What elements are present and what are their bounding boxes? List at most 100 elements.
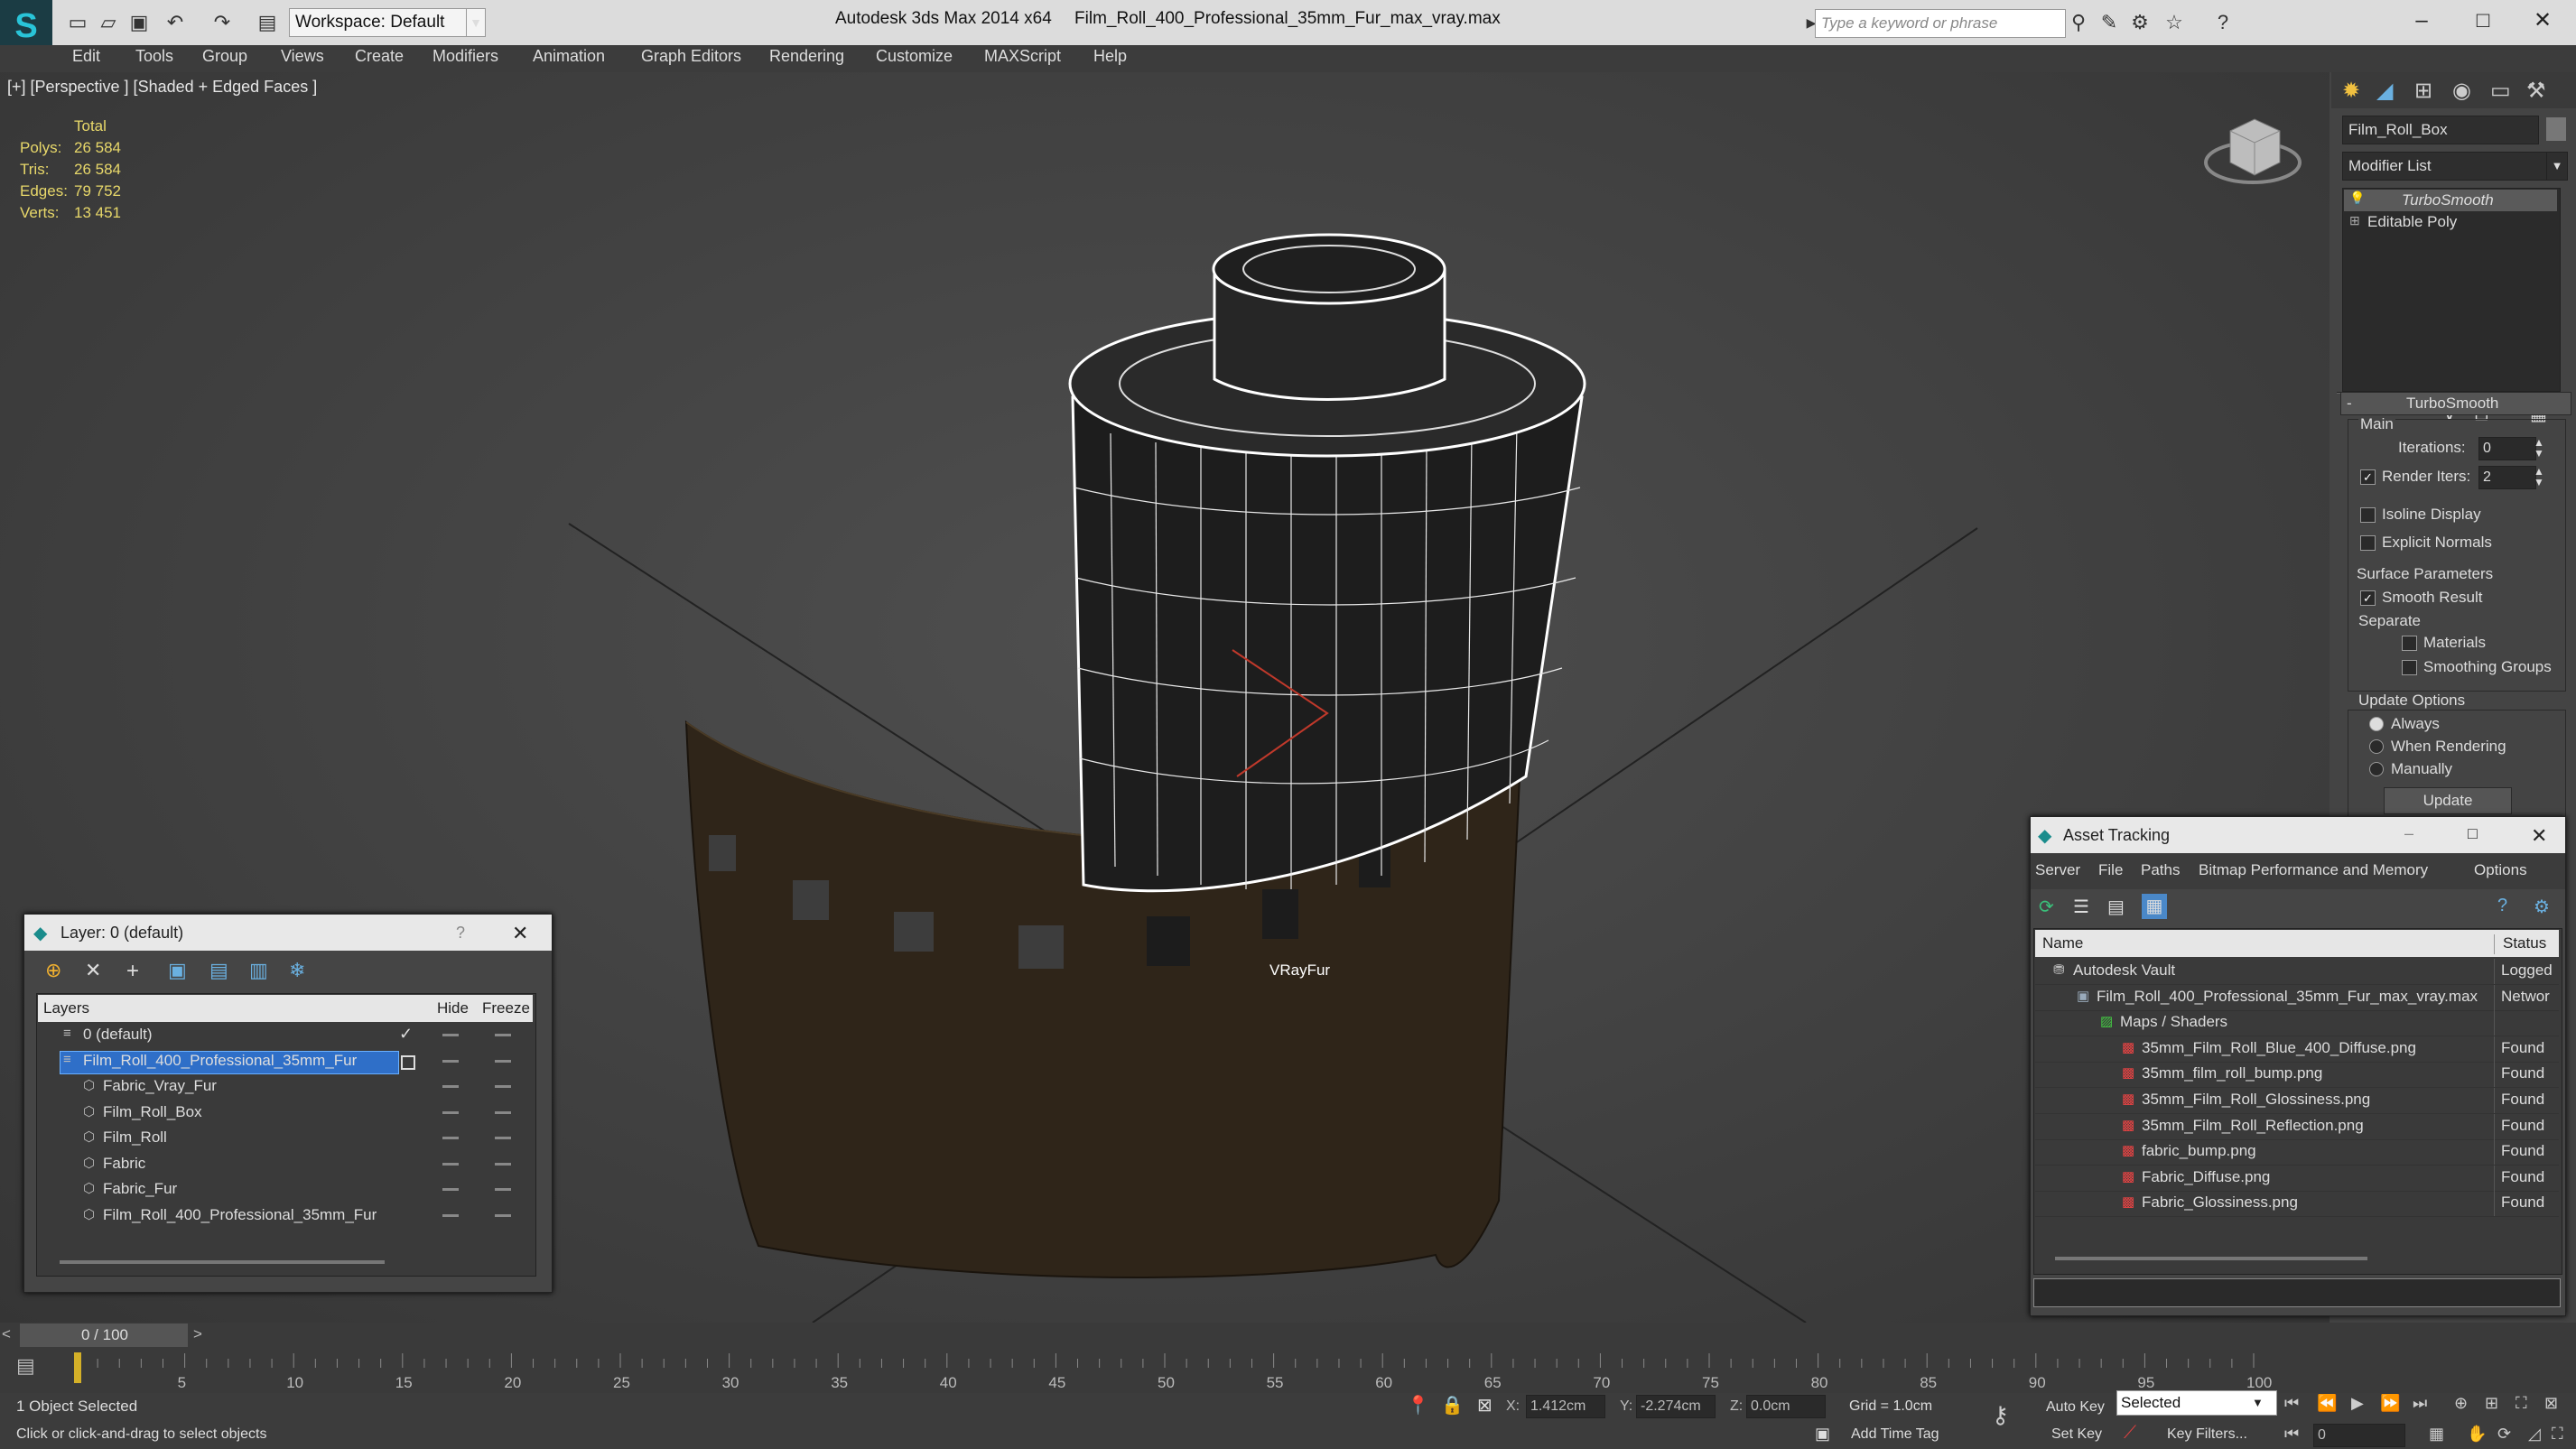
asset-menu-bitmap-performance[interactable]: Bitmap Performance and Memory	[2199, 861, 2428, 879]
hide-toggle[interactable]	[442, 1137, 459, 1139]
freeze-toggle[interactable]	[495, 1213, 511, 1217]
update-button[interactable]: Update	[2384, 787, 2512, 814]
asset-menu-options[interactable]: Options	[2474, 861, 2527, 879]
select-objects-icon[interactable]: ▣	[168, 959, 187, 982]
layer-row[interactable]: ≡ Film_Roll_400_Professional_35mm_Fur	[38, 1049, 533, 1074]
time-tag-icon[interactable]: ▣	[1815, 1425, 1830, 1444]
asset-window-titlebar[interactable]: ◆ Asset Tracking – □ ✕	[2031, 817, 2565, 853]
modifier-list-dropdown[interactable]: Modifier List	[2342, 152, 2553, 181]
layer-window-titlebar[interactable]: ◆ Layer: 0 (default) ? ✕	[24, 915, 552, 951]
set-current-layer-box[interactable]	[401, 1054, 415, 1070]
lock-icon[interactable]: 🔒	[1441, 1394, 1464, 1416]
menu-create[interactable]: Create	[355, 47, 404, 66]
asset-row[interactable]: ▩ Fabric_Glossiness.png Found	[2035, 1191, 2559, 1218]
layer-row[interactable]: ⬡ Fabric	[38, 1152, 533, 1177]
hide-toggle[interactable]	[442, 1213, 459, 1217]
asset-menu-file[interactable]: File	[2098, 861, 2123, 879]
orbit-icon[interactable]: ⟳	[2497, 1425, 2511, 1444]
asset-row[interactable]: ▩ fabric_bump.png Found	[2035, 1139, 2559, 1166]
create-tab-icon[interactable]: ✹	[2342, 78, 2360, 104]
layer-row[interactable]: ≡ 0 (default) ✓	[38, 1023, 533, 1048]
smooth-result-checkbox[interactable]: ✓	[2360, 590, 2376, 606]
turbosmooth-rollout-header[interactable]: - TurboSmooth	[2340, 392, 2571, 415]
hide-toggle[interactable]	[442, 1110, 459, 1114]
menu-customize[interactable]: Customize	[876, 47, 953, 66]
smoothing-groups-checkbox[interactable]	[2402, 660, 2417, 675]
zoom-extents-icon[interactable]: ⛶	[2516, 1394, 2527, 1413]
redo-icon[interactable]: ↷	[209, 11, 235, 34]
col-status-header[interactable]: Status	[2503, 934, 2546, 952]
asset-menu-paths[interactable]: Paths	[2141, 861, 2180, 879]
layer-row[interactable]: ⬡ Fabric_Fur	[38, 1177, 533, 1203]
prev-frame-icon[interactable]: <	[2, 1325, 11, 1343]
refresh-icon[interactable]: ⟳	[2039, 896, 2054, 918]
spinner-arrows-icon[interactable]: ▲ ▼	[2534, 437, 2544, 459]
absolute-mode-icon[interactable]: ⊠	[1477, 1394, 1493, 1416]
new-file-icon[interactable]: ▭	[65, 11, 90, 34]
freeze-toggle[interactable]	[495, 1137, 511, 1139]
set-key-button[interactable]: Set Key	[2051, 1426, 2102, 1443]
col-freeze-header[interactable]: Freeze	[482, 999, 530, 1017]
track-bar[interactable]: 5 10 15 20 25 30 35 40 45 50 55 60 65 70 75 80 85 90 95 100	[0, 1350, 2576, 1393]
chevron-down-icon[interactable]: ▼	[2252, 1396, 2264, 1409]
isolate-selection-icon[interactable]: 📍	[1407, 1394, 1429, 1416]
hide-toggle[interactable]	[442, 1059, 459, 1063]
asset-row[interactable]: ▩ 35mm_film_roll_bump.png Found	[2035, 1062, 2559, 1089]
stack-item-editable-poly[interactable]: ⊞ Editable Poly	[2344, 211, 2557, 233]
x-coordinate-field[interactable]: 1.412cm	[1526, 1395, 1605, 1418]
next-frame-icon[interactable]: >	[193, 1325, 202, 1343]
always-radio[interactable]	[2369, 717, 2384, 731]
delete-layer-icon[interactable]: ✕	[85, 959, 101, 982]
zoom-icon[interactable]: ⊕	[2454, 1394, 2468, 1413]
layer-row[interactable]: ⬡ Fabric_Vray_Fur	[38, 1074, 533, 1100]
manually-radio[interactable]	[2369, 762, 2384, 776]
maximize-icon[interactable]: □	[2465, 5, 2501, 36]
key-filters-button[interactable]: Key Filters...	[2167, 1426, 2247, 1443]
col-name-header[interactable]: Name	[2042, 934, 2083, 952]
layer-row[interactable]: ⬡ Film_Roll	[38, 1126, 533, 1151]
iterations-spinner[interactable]: 0	[2478, 437, 2536, 460]
key-mode-toggle-icon[interactable]: ⏮	[2284, 1425, 2299, 1444]
add-time-tag[interactable]: Add Time Tag	[1851, 1426, 1939, 1443]
save-icon[interactable]: ▣	[126, 11, 152, 34]
col-layers-header[interactable]: Layers	[43, 999, 89, 1017]
help-icon[interactable]: ?	[2210, 11, 2236, 34]
expand-icon[interactable]: ⊞	[2349, 213, 2360, 228]
object-name-field[interactable]: Film_Roll_Box	[2342, 116, 2539, 144]
highlight-layer-icon[interactable]: ▤	[209, 959, 228, 982]
asset-row[interactable]: ▩ 35mm_Film_Roll_Blue_400_Diffuse.png Foun…	[2035, 1036, 2559, 1063]
freeze-toggle[interactable]	[495, 1034, 511, 1036]
lightbulb-icon[interactable]: 💡	[2349, 190, 2365, 206]
asset-row[interactable]: ▣ Film_Roll_400_Professional_35mm_Fur_max…	[2035, 984, 2559, 1011]
menu-group[interactable]: Group	[202, 47, 247, 66]
minimize-icon[interactable]: –	[2404, 5, 2440, 36]
auto-key-button[interactable]: Auto Key	[2046, 1399, 2105, 1416]
object-color-swatch[interactable]	[2546, 117, 2566, 141]
stack-item-turbosmooth[interactable]: 💡 TurboSmooth	[2344, 190, 2557, 211]
render-iters-checkbox[interactable]: ✓	[2360, 469, 2376, 485]
asset-row[interactable]: ▩ Fabric_Diffuse.png Found	[2035, 1165, 2559, 1192]
spinner-arrows-icon[interactable]: ▲ ▼	[2534, 466, 2544, 488]
materials-checkbox[interactable]	[2402, 636, 2417, 651]
close-icon[interactable]: ✕	[2525, 5, 2561, 36]
subscription-icon[interactable]: ✎	[2097, 11, 2122, 34]
freeze-toggle[interactable]	[495, 1059, 511, 1063]
freeze-toggle[interactable]	[495, 1162, 511, 1166]
time-marker[interactable]	[74, 1352, 81, 1383]
menu-views[interactable]: Views	[281, 47, 324, 66]
zoom-all-icon[interactable]: ⊞	[2485, 1394, 2498, 1413]
zoom-extents-all-icon[interactable]: ⊠	[2544, 1394, 2558, 1413]
add-to-layer-icon[interactable]: +	[126, 959, 139, 984]
menu-graph-editors[interactable]: Graph Editors	[641, 47, 741, 66]
col-hide-header[interactable]: Hide	[437, 999, 469, 1017]
y-coordinate-field[interactable]: -2.274cm	[1636, 1395, 1716, 1418]
maximize-icon[interactable]: □	[2468, 824, 2478, 843]
project-folder-icon[interactable]: ▤	[255, 11, 280, 34]
hide-toggle[interactable]	[442, 1034, 459, 1036]
play-icon[interactable]: ▶	[2351, 1394, 2364, 1413]
viewport-label[interactable]: [+] [Perspective ] [Shaded + Edged Faces…	[7, 78, 317, 97]
when-rendering-radio[interactable]	[2369, 739, 2384, 754]
table-view-icon[interactable]: ▦	[2142, 894, 2167, 919]
open-file-icon[interactable]: ▱	[96, 11, 121, 34]
prev-key-icon[interactable]: ⏪	[2317, 1394, 2337, 1413]
